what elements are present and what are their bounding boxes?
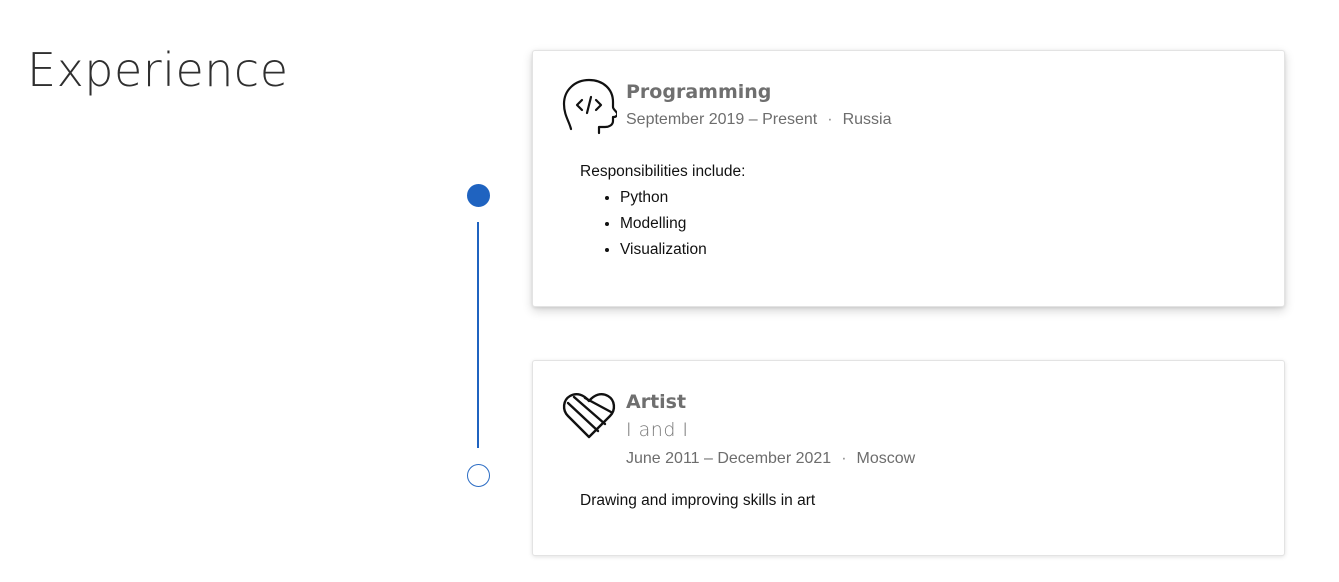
experience-card-programming: Programming September 2019 – Present · Rus… [532,50,1285,307]
list-item: Python [620,185,745,211]
section-title: Experience [27,43,289,97]
meta-separator: · [841,450,847,467]
card-description: Responsibilities include: [580,163,746,180]
date-range: June 2011 – December 2021 [626,450,832,467]
card-title: Artist [626,391,687,413]
list-item: Visualization [620,237,745,263]
timeline-dot-active [467,184,490,207]
card-subtitle: I and I [626,419,689,441]
timeline-dot [467,464,490,487]
date-range: September 2019 – Present [626,111,818,128]
responsibility-list: Python Modelling Visualization [580,185,745,263]
card-body: Drawing and improving skills in art [580,488,815,514]
card-meta: June 2011 – December 2021 · Moscow [626,449,915,469]
experience-card-artist: Artist I and I June 2011 – December 2021… [532,360,1285,556]
list-item: Modelling [620,211,745,237]
card-title: Programming [626,81,772,103]
card-description: Drawing and improving skills in art [580,492,816,509]
timeline-line [477,222,479,448]
meta-separator: · [827,111,833,128]
card-body: Responsibilities include: Python Modelli… [580,159,745,263]
location: Moscow [856,450,916,467]
location: Russia [842,111,892,128]
heart-icon [561,387,617,445]
card-meta: September 2019 – Present · Russia [626,110,891,130]
code-head-icon [561,77,617,135]
